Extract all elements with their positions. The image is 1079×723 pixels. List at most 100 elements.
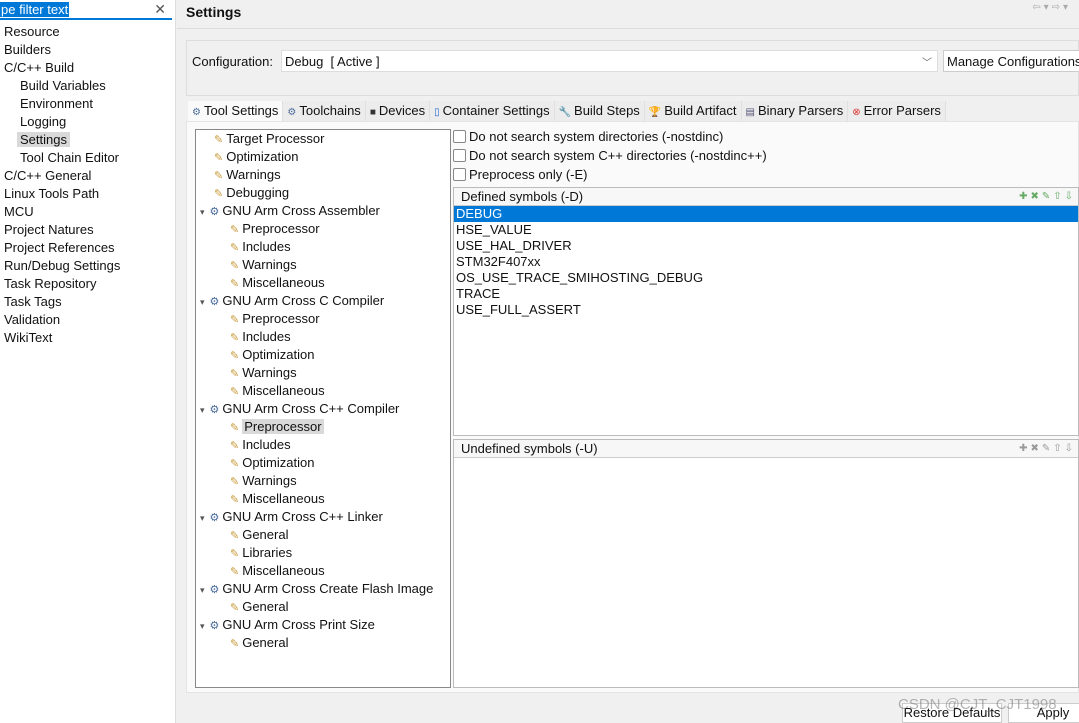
chevron-down-icon[interactable]: ▾	[200, 585, 205, 595]
tree-item[interactable]: ✎ Miscellaneous	[230, 490, 325, 508]
tree-tool-node[interactable]: ▾ ⚙ GNU Arm Cross Assembler	[200, 202, 380, 220]
clear-filter-icon[interactable]: ✕	[154, 1, 166, 18]
tree-item[interactable]: ✎ Preprocessor	[230, 220, 320, 238]
tree-item-label: GNU Arm Cross C++ Linker	[222, 509, 383, 524]
manage-configurations-button[interactable]: Manage Configurations...	[943, 50, 1079, 72]
symbol-row[interactable]: USE_HAL_DRIVER	[454, 238, 1078, 254]
tab[interactable]: ▤ Binary Parsers	[741, 101, 849, 121]
nav-item[interactable]: Resource	[0, 23, 176, 41]
symbol-row[interactable]: USE_FULL_ASSERT	[454, 302, 1078, 318]
defined-symbols-list[interactable]: DEBUG HSE_VALUE USE_HAL_DRIVER STM32F407xx O…	[454, 206, 1078, 318]
tree-item[interactable]: ✎ Target Processor	[214, 130, 324, 148]
error-icon: ⊗	[852, 107, 861, 118]
list-toolbar-icons[interactable]: ✚✖✎⇧⇩	[1019, 188, 1076, 206]
nav-item[interactable]: Run/Debug Settings	[0, 257, 176, 275]
nav-item[interactable]: Builders	[0, 41, 176, 59]
tree-item[interactable]: ✎ Miscellaneous	[230, 562, 325, 580]
chevron-down-icon[interactable]: ▾	[200, 207, 205, 217]
nav-item-label: Logging	[20, 114, 67, 129]
chevron-down-icon[interactable]: ▾	[200, 297, 205, 307]
nav-item[interactable]: Task Repository	[0, 275, 176, 293]
checkbox-box[interactable]	[453, 149, 466, 162]
nav-item[interactable]: Linux Tools Path	[0, 185, 176, 203]
symbol-row[interactable]: TRACE	[454, 286, 1078, 302]
filter-text[interactable]: pe filter text	[0, 2, 70, 17]
tree-tool-node[interactable]: ▾ ⚙ GNU Arm Cross C++ Compiler	[200, 400, 399, 418]
nav-item[interactable]: Environment	[0, 95, 176, 113]
tree-item[interactable]: ✎ Warnings	[230, 364, 297, 382]
tree-item-label: Miscellaneous	[242, 383, 325, 398]
tab[interactable]: 🔧 Build Steps	[554, 101, 645, 121]
nav-item[interactable]: C/C++ Build	[0, 59, 176, 77]
nav-item[interactable]: Settings	[0, 131, 176, 149]
tree-item-label: Libraries	[242, 545, 293, 560]
option-folder-icon: ✎	[230, 458, 240, 470]
symbol-row[interactable]: OS_USE_TRACE_SMIHOSTING_DEBUG	[454, 270, 1078, 286]
tab[interactable]: ⊗ Error Parsers	[848, 101, 946, 121]
tree-item[interactable]: ✎ Warnings	[214, 166, 281, 184]
tree-item[interactable]: ✎ Miscellaneous	[230, 382, 325, 400]
tool-settings-tree[interactable]: ✎ Target Processor ✎ Optimization ✎ Warnings ✎…	[195, 129, 451, 688]
option-label: Do not search system C++ directories (-n…	[469, 148, 767, 163]
symbol-row[interactable]: HSE_VALUE	[454, 222, 1078, 238]
checkbox-box[interactable]	[453, 168, 466, 181]
checkbox-box[interactable]	[453, 130, 466, 143]
symbol-row[interactable]: DEBUG	[454, 206, 1078, 222]
nav-item[interactable]: Project References	[0, 239, 176, 257]
tree-item[interactable]: ✎ Optimization	[214, 148, 298, 166]
tree-item[interactable]: ✎ General	[230, 598, 288, 616]
chevron-down-icon[interactable]: ▾	[200, 621, 205, 631]
tree-item[interactable]: ✎ Warnings	[230, 256, 297, 274]
nav-item[interactable]: Task Tags	[0, 293, 176, 311]
tab-label: Error Parsers	[863, 103, 941, 118]
tree-item-label: Optimization	[242, 347, 315, 362]
option-checkbox[interactable]: Do not search system C++ directories (-n…	[453, 148, 767, 164]
tree-item[interactable]: ✎ Libraries	[230, 544, 292, 562]
tab[interactable]: 🏆 Build Artifact	[644, 101, 742, 121]
tree-item[interactable]: ✎ General	[230, 526, 288, 544]
tree-item-label: Preprocessor	[242, 419, 324, 434]
tree-tool-node[interactable]: ▾ ⚙ GNU Arm Cross Print Size	[200, 616, 375, 634]
option-folder-icon: ✎	[230, 368, 240, 380]
tree-item[interactable]: ✎ Debugging	[214, 184, 289, 202]
symbol-row[interactable]: STM32F407xx	[454, 254, 1078, 270]
nav-item[interactable]: WikiText	[0, 329, 176, 347]
nav-item[interactable]: Project Natures	[0, 221, 176, 239]
tree-item[interactable]: ✎ General	[230, 634, 288, 652]
chevron-down-icon[interactable]: ▾	[200, 513, 205, 523]
list-toolbar-icons[interactable]: ✚✖✎⇧⇩	[1019, 440, 1076, 458]
configuration-value: Debug [ Active ]	[285, 54, 380, 69]
tree-item[interactable]: ✎ Includes	[230, 238, 291, 256]
option-checkbox[interactable]: Do not search system directories (-nostd…	[453, 129, 723, 145]
tab[interactable]: ▯ Container Settings	[430, 101, 555, 121]
nav-item[interactable]: Build Variables	[0, 77, 176, 95]
nav-item[interactable]: MCU	[0, 203, 176, 221]
tree-item[interactable]: ✎ Optimization	[230, 346, 314, 364]
tab[interactable]: ⚙ Toolchains	[283, 101, 366, 121]
option-checkbox[interactable]: Preprocess only (-E)	[453, 167, 587, 183]
tree-item[interactable]: ✎ Includes	[230, 436, 291, 454]
tree-item[interactable]: ✎ Preprocessor	[230, 310, 320, 328]
tree-item[interactable]: ✎ Miscellaneous	[230, 274, 325, 292]
chevron-down-icon[interactable]: ▾	[200, 405, 205, 415]
tree-item[interactable]: ✎ Preprocessor	[230, 418, 324, 436]
nav-item[interactable]: Validation	[0, 311, 176, 329]
tree-tool-node[interactable]: ▾ ⚙ GNU Arm Cross C Compiler	[200, 292, 384, 310]
option-folder-icon: ✎	[230, 422, 240, 434]
tree-item[interactable]: ✎ Warnings	[230, 472, 297, 490]
tab[interactable]: ⚙ Tool Settings	[188, 101, 284, 122]
nav-item[interactable]: C/C++ General	[0, 167, 176, 185]
nav-item[interactable]: Logging	[0, 113, 176, 131]
tree-tool-node[interactable]: ▾ ⚙ GNU Arm Cross C++ Linker	[200, 508, 383, 526]
option-folder-icon: ✎	[214, 152, 224, 164]
tree-tool-node[interactable]: ▾ ⚙ GNU Arm Cross Create Flash Image	[200, 580, 433, 598]
configuration-select[interactable]: Debug [ Active ] ﹀	[281, 50, 938, 72]
nav-item[interactable]: Tool Chain Editor	[0, 149, 176, 167]
filter-input[interactable]: pe filter text ✕	[0, 0, 172, 20]
tree-item-label: GNU Arm Cross C++ Compiler	[222, 401, 400, 416]
tab[interactable]: ■ Devices	[365, 101, 431, 121]
tree-item[interactable]: ✎ Includes	[230, 328, 291, 346]
history-nav-arrows-icon[interactable]: ⇦▾⇨▾	[1032, 2, 1071, 13]
tree-item[interactable]: ✎ Optimization	[230, 454, 314, 472]
undefined-symbols-pane: Undefined symbols (-U) ✚✖✎⇧⇩	[453, 439, 1079, 688]
